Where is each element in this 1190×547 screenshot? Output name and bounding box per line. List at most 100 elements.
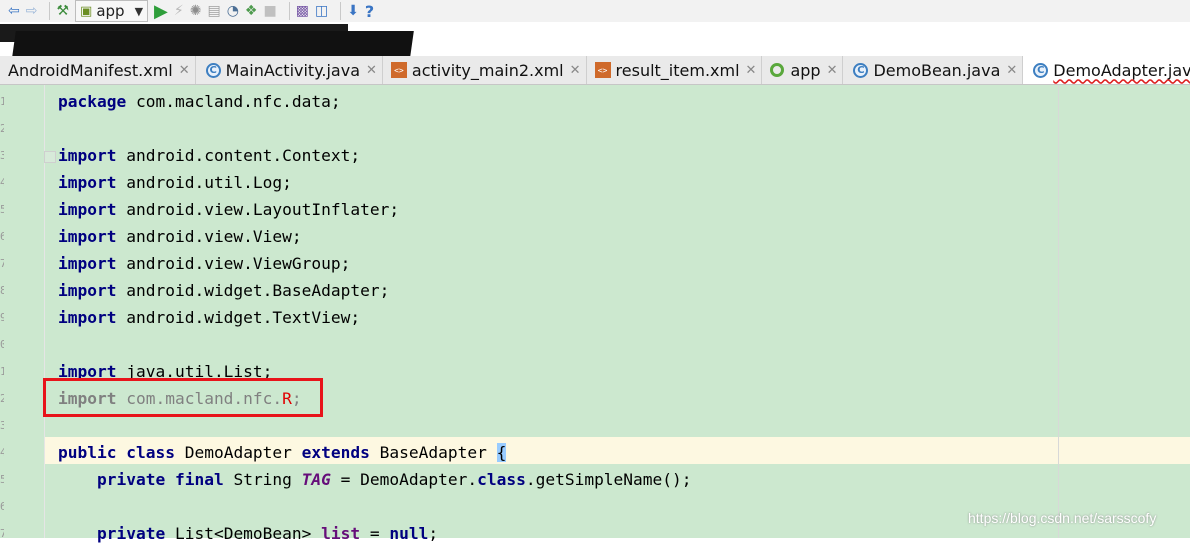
tab-label: MainActivity.java — [225, 60, 360, 80]
code-keyword: class — [477, 470, 526, 489]
line-number: 5 — [0, 473, 4, 486]
code-line: import android.widget.TextView; — [58, 304, 360, 331]
line-number: 1 — [0, 365, 4, 378]
tab-label: DemoBean.java — [873, 60, 1001, 80]
line-number: 6 — [0, 230, 4, 243]
code-line: import android.view.ViewGroup; — [58, 250, 350, 277]
stop-icon[interactable]: ■ — [263, 1, 276, 21]
toolbar-separator — [340, 2, 342, 20]
line-number: 0 — [0, 338, 4, 351]
line-number: 9 — [0, 311, 4, 324]
watermark: https://blog.csdn.net/sarsscofy — [968, 510, 1157, 526]
run-configuration-label: app — [96, 2, 125, 20]
toolbar-separator — [49, 2, 51, 20]
xml-layout-icon: <> — [390, 62, 407, 78]
code-line: private final String TAG = DemoAdapter.c… — [58, 466, 692, 493]
highlight-annotation-box — [43, 378, 323, 417]
line-number: 7 — [0, 257, 4, 270]
close-icon[interactable]: ✕ — [1006, 63, 1017, 78]
code-line: private List<DemoBean> list = null; — [58, 520, 438, 547]
chevron-down-icon: ▼ — [134, 4, 144, 18]
code-text: android.widget.TextView; — [116, 308, 361, 327]
java-class-icon: C — [205, 62, 221, 78]
redaction-overlay — [12, 31, 414, 57]
tab-mainactivity[interactable]: C MainActivity.java ✕ — [196, 56, 383, 84]
tab-activity-main2[interactable]: <> activity_main2.xml ✕ — [383, 56, 587, 84]
android-module-icon — [770, 63, 785, 77]
main-toolbar: ⇦ ⇨ ⚒ ▣ app ▼ ▶ ⚡ ✺ ▤ ◔ ❖ ■ ▩ ◫ ⬇ ? — [0, 0, 1190, 22]
code-constant: TAG — [301, 470, 331, 489]
code-text: DemoAdapter — [174, 443, 302, 462]
code-text: = — [360, 524, 390, 543]
tab-label: activity_main2.xml — [411, 60, 564, 80]
tab-app[interactable]: app ✕ — [762, 56, 844, 84]
apply-changes-icon[interactable]: ⚡ — [174, 1, 184, 21]
code-keyword: import — [58, 146, 117, 165]
line-number: 4 — [0, 446, 4, 459]
back-icon[interactable]: ⇦ — [8, 1, 20, 21]
tab-label: AndroidManifest.xml — [8, 60, 173, 80]
code-text: BaseAdapter — [369, 443, 497, 462]
android-module-icon: ▣ — [80, 3, 93, 19]
right-margin-guide — [1058, 85, 1059, 538]
sync-gradle-icon[interactable]: ▩ — [296, 1, 309, 21]
code-text: = DemoAdapter. — [330, 470, 478, 489]
tab-demoadapter[interactable]: C DemoAdapter.java ✕ — [1023, 56, 1190, 84]
code-keyword: extends — [301, 443, 370, 462]
code-line: import android.view.LayoutInflater; — [58, 196, 399, 223]
code-text: android.widget.BaseAdapter; — [116, 281, 390, 300]
code-keyword: import — [58, 281, 117, 300]
code-text: com.macland.nfc.data; — [126, 92, 341, 111]
tab-result-item[interactable]: <> result_item.xml ✕ — [587, 56, 763, 84]
code-line: import android.content.Context; — [58, 142, 360, 169]
help-icon[interactable]: ? — [365, 1, 374, 21]
xml-layout-icon: <> — [594, 62, 611, 78]
code-text: android.content.Context; — [116, 146, 361, 165]
code-keyword: class — [126, 443, 175, 462]
code-text: android.view.LayoutInflater; — [116, 200, 400, 219]
code-keyword: import — [58, 200, 117, 219]
line-number: 2 — [0, 122, 4, 135]
profile-icon[interactable]: ◔ — [227, 1, 239, 21]
code-text: List<DemoBean> — [165, 524, 322, 543]
device-manager-icon[interactable]: ⬇ — [347, 1, 359, 21]
tab-androidmanifest[interactable]: AndroidManifest.xml ✕ — [0, 56, 196, 84]
line-number: 4 — [0, 176, 4, 189]
tab-demobean[interactable]: C DemoBean.java ✕ — [843, 56, 1024, 84]
attach-debugger-icon[interactable]: ▤ — [207, 1, 220, 21]
code-line: import android.widget.BaseAdapter; — [58, 277, 389, 304]
debug-icon[interactable]: ✺ — [190, 1, 202, 21]
run-icon[interactable]: ▶ — [154, 1, 168, 22]
tab-label: app — [790, 60, 821, 80]
line-number: 6 — [0, 500, 4, 513]
code-keyword: import — [58, 254, 117, 273]
code-line: public class DemoAdapter extends BaseAda… — [58, 439, 507, 466]
code-keyword: private — [96, 470, 166, 489]
code-editor[interactable]: 1 2 3 4 5 6 7 8 9 0 1 2 3 4 5 6 7 packag… — [0, 85, 1190, 543]
code-field: list — [321, 524, 361, 543]
line-gutter: 1 2 3 4 5 6 7 8 9 0 1 2 3 4 5 6 7 — [0, 85, 45, 540]
code-text: String — [223, 470, 302, 489]
code-line: import android.util.Log; — [58, 169, 292, 196]
tab-label: DemoAdapter.java — [1053, 60, 1190, 80]
close-icon[interactable]: ✕ — [366, 63, 377, 78]
code-text: android.util.Log; — [116, 173, 292, 192]
sdk-manager-icon[interactable]: ◫ — [315, 1, 328, 21]
line-number: 1 — [0, 95, 4, 108]
forward-icon[interactable]: ⇨ — [26, 1, 38, 21]
run-configuration-select[interactable]: ▣ app ▼ — [75, 0, 149, 22]
close-icon[interactable]: ✕ — [570, 63, 581, 78]
fold-marker-icon[interactable] — [44, 151, 56, 163]
code-text: android.view.View; — [116, 227, 302, 246]
line-number: 5 — [0, 203, 4, 216]
close-icon[interactable]: ✕ — [827, 63, 838, 78]
toolbar-separator — [288, 2, 290, 20]
code-keyword: package — [58, 92, 127, 111]
build-hammer-icon[interactable]: ⚒ — [56, 1, 69, 21]
line-number: 7 — [0, 527, 4, 540]
close-icon[interactable]: ✕ — [179, 63, 190, 78]
java-class-icon: C — [1033, 62, 1049, 78]
code-keyword: import — [58, 173, 117, 192]
coverage-icon[interactable]: ❖ — [245, 1, 258, 21]
close-icon[interactable]: ✕ — [746, 63, 757, 78]
